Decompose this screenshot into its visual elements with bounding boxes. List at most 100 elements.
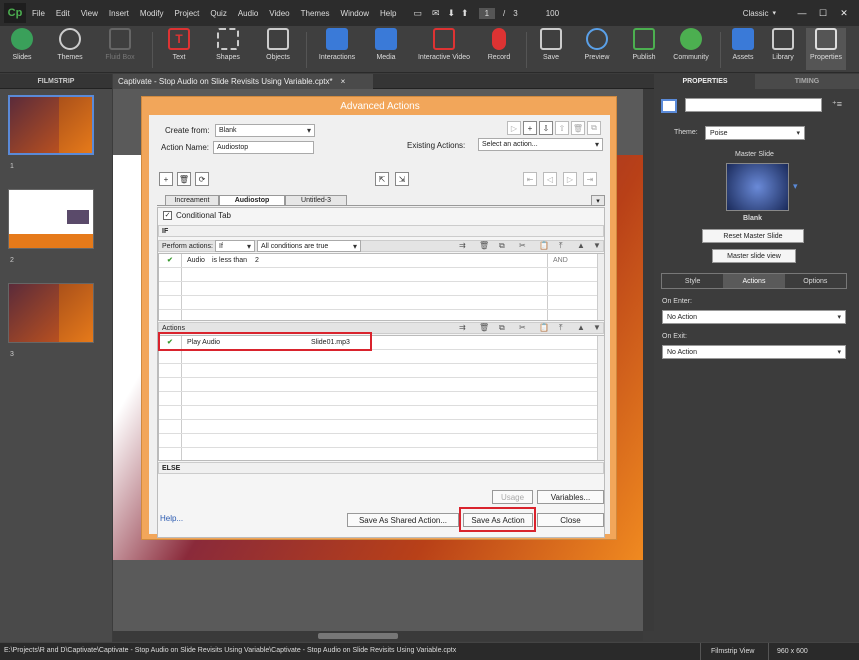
move-down-icon[interactable]: ▼ xyxy=(593,241,601,250)
conditions-select[interactable]: All conditions are true xyxy=(257,240,361,252)
prev-tab-icon[interactable]: ◁ xyxy=(543,172,557,186)
actions-copy-row-icon[interactable]: ⧉ xyxy=(499,323,505,333)
actions-scrollbar[interactable] xyxy=(597,336,604,460)
objects-button[interactable]: Objects xyxy=(260,28,296,61)
slide-thumbnail-1[interactable] xyxy=(8,95,94,155)
add-decision-icon[interactable]: + xyxy=(159,172,173,186)
publish-button[interactable]: Publish xyxy=(626,28,662,61)
last-tab-icon[interactable]: ⇥ xyxy=(583,172,597,186)
save-as-shared-action-button[interactable]: Save As Shared Action... xyxy=(347,513,459,527)
export-action-icon[interactable]: ⇧ xyxy=(555,121,569,135)
tab-untitled-3[interactable]: Untitled-3 xyxy=(285,195,347,206)
condition-logic[interactable]: AND xyxy=(553,257,568,264)
themes-button[interactable]: Themes xyxy=(50,28,90,61)
document-tab[interactable]: Captivate - Stop Audio on Slide Revisits… xyxy=(113,74,373,89)
screen-icon[interactable]: ▭ xyxy=(413,8,422,19)
workspace-chevron-icon[interactable]: ▾ xyxy=(772,9,776,17)
menu-edit[interactable]: Edit xyxy=(56,9,70,18)
master-slide-thumbnail[interactable] xyxy=(726,163,789,211)
tab-timing[interactable]: TIMING xyxy=(755,74,859,89)
interactive-video-button[interactable]: Interactive Video xyxy=(412,28,476,61)
condition-variable[interactable]: Audio xyxy=(187,257,205,264)
actions-insert-row-icon[interactable]: ⇉ xyxy=(459,323,466,332)
tab-audiostop[interactable]: Audiostop xyxy=(219,195,285,206)
workspace-selector[interactable]: Classic xyxy=(743,9,769,18)
variables-button[interactable]: Variables... xyxy=(537,490,604,504)
zoom-value[interactable]: 100 xyxy=(546,9,559,18)
menu-window[interactable]: Window xyxy=(341,9,369,18)
add-action-icon[interactable]: + xyxy=(523,121,537,135)
panel-menu-icon[interactable]: ⁺≡ xyxy=(832,99,842,110)
actions-delete-row-icon[interactable]: 🗑 xyxy=(479,323,489,332)
slide-thumbnail-3[interactable] xyxy=(8,283,94,343)
media-button[interactable]: Media xyxy=(368,28,404,61)
menu-modify[interactable]: Modify xyxy=(140,9,164,18)
paste-row-icon[interactable]: 📋 xyxy=(539,241,549,250)
menu-quiz[interactable]: Quiz xyxy=(210,9,226,18)
actions-insert-above-icon[interactable]: ⤒ xyxy=(559,323,563,333)
preview-button[interactable]: Preview xyxy=(578,28,616,61)
master-slide-view-button[interactable]: Master slide view xyxy=(712,249,796,263)
subtab-style[interactable]: Style xyxy=(662,274,723,288)
interactions-button[interactable]: Interactions xyxy=(314,28,360,61)
conditions-scrollbar[interactable] xyxy=(597,254,604,320)
slides-button[interactable]: Slides xyxy=(4,28,40,61)
menu-help[interactable]: Help xyxy=(380,9,396,18)
create-from-select[interactable]: Blank xyxy=(215,124,315,137)
menu-video[interactable]: Video xyxy=(269,9,289,18)
actions-paste-row-icon[interactable]: 📋 xyxy=(539,323,549,332)
record-button[interactable]: Record xyxy=(482,28,516,61)
properties-button[interactable]: Properties xyxy=(806,28,846,70)
actions-move-up-icon[interactable]: ▲ xyxy=(577,323,585,332)
cut-row-icon[interactable]: ✂ xyxy=(519,241,526,250)
condition-value[interactable]: 2 xyxy=(255,257,259,264)
minimize-icon[interactable]: — xyxy=(793,6,811,20)
perform-if-select[interactable]: If xyxy=(215,240,255,252)
view-mode[interactable]: Filmstrip View xyxy=(700,643,754,660)
copy-row-icon[interactable]: ⧉ xyxy=(499,241,505,251)
menu-themes[interactable]: Themes xyxy=(301,9,330,18)
actions-cut-row-icon[interactable]: ✂ xyxy=(519,323,526,332)
fluid-box-button[interactable]: Fluid Box xyxy=(100,28,140,61)
library-button[interactable]: Library xyxy=(766,28,800,61)
existing-actions-select[interactable]: Select an action... xyxy=(478,138,603,151)
duplicate-action-icon[interactable]: ⧉ xyxy=(587,121,601,135)
menu-view[interactable]: View xyxy=(81,9,98,18)
on-exit-select[interactable]: No Action xyxy=(662,345,846,359)
master-dropdown-icon[interactable]: ▾ xyxy=(793,181,798,192)
on-enter-select[interactable]: No Action xyxy=(662,310,846,324)
actions-move-down-icon[interactable]: ▼ xyxy=(593,323,601,332)
shapes-button[interactable]: Shapes xyxy=(210,28,246,61)
text-button[interactable]: T Text xyxy=(162,28,196,61)
action-name-input[interactable]: Audiostop xyxy=(213,141,314,154)
close-window-icon[interactable]: ✕ xyxy=(835,6,853,20)
theme-select[interactable]: Poise xyxy=(705,126,805,140)
tabs-dropdown-icon[interactable]: ▾ xyxy=(591,195,605,206)
vertical-scrollbar[interactable] xyxy=(643,89,654,631)
close-tab-icon[interactable]: × xyxy=(341,77,346,86)
move-right-icon[interactable]: ⇲ xyxy=(395,172,409,186)
preview-action-icon[interactable]: ▷ xyxy=(507,121,521,135)
import-action-icon[interactable]: ⇩ xyxy=(539,121,553,135)
horizontal-scroll-thumb[interactable] xyxy=(318,633,398,639)
move-left-icon[interactable]: ⇱ xyxy=(375,172,389,186)
menu-insert[interactable]: Insert xyxy=(109,9,129,18)
subtab-actions[interactable]: Actions xyxy=(723,274,785,288)
reset-master-slide-button[interactable]: Reset Master Slide xyxy=(702,229,804,243)
next-tab-icon[interactable]: ▷ xyxy=(563,172,577,186)
slide-thumbnail-2[interactable] xyxy=(8,189,94,249)
delete-decision-icon[interactable]: 🗑 xyxy=(177,172,191,186)
menu-file[interactable]: File xyxy=(32,9,45,18)
tab-increament[interactable]: Increament xyxy=(165,195,219,206)
arrow-down-icon[interactable]: ⬇ xyxy=(448,8,456,19)
conditional-tab-checkbox[interactable]: ✓ xyxy=(163,211,172,220)
subtab-options[interactable]: Options xyxy=(785,274,846,288)
move-up-icon[interactable]: ▲ xyxy=(577,241,585,250)
insert-above-icon[interactable]: ⤒ xyxy=(559,241,563,251)
duplicate-decision-icon[interactable]: ⟳ xyxy=(195,172,209,186)
menu-audio[interactable]: Audio xyxy=(238,9,258,18)
delete-row-icon[interactable]: 🗑 xyxy=(479,241,489,250)
save-toolbar-button[interactable]: Save xyxy=(534,28,568,61)
tab-properties[interactable]: PROPERTIES xyxy=(655,74,755,89)
slide-name-input[interactable] xyxy=(685,98,822,112)
